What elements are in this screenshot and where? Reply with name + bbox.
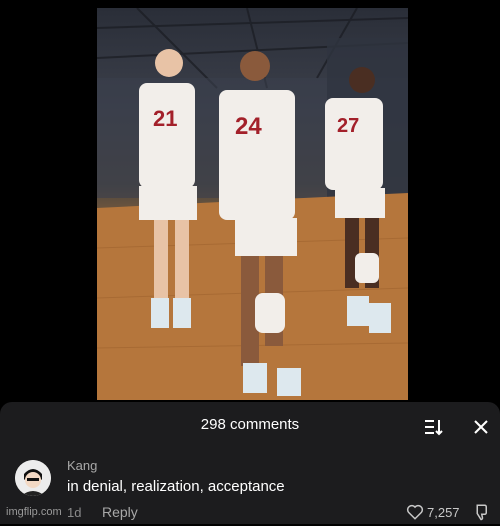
avatar[interactable]	[15, 460, 51, 496]
comment-age: 1d	[67, 505, 82, 520]
watermark: imgflip.com	[6, 506, 62, 518]
reply-button[interactable]: Reply	[102, 504, 138, 520]
like-button[interactable]: 7,257	[406, 503, 460, 521]
video-frame[interactable]: 21 24 27	[97, 8, 408, 400]
sort-icon[interactable]	[422, 416, 444, 438]
video-image: 21 24 27	[97, 8, 408, 400]
comment-author[interactable]: Kang	[67, 458, 97, 473]
like-count: 7,257	[427, 504, 460, 520]
jersey-number-left: 21	[153, 106, 177, 131]
thumbs-down-icon[interactable]	[472, 503, 490, 521]
comment-text: in denial, realization, acceptance	[67, 478, 285, 495]
close-icon[interactable]	[470, 416, 492, 438]
jersey-number-center: 24	[235, 113, 262, 140]
heart-icon	[406, 504, 424, 520]
jersey-number-right: 27	[337, 115, 359, 137]
